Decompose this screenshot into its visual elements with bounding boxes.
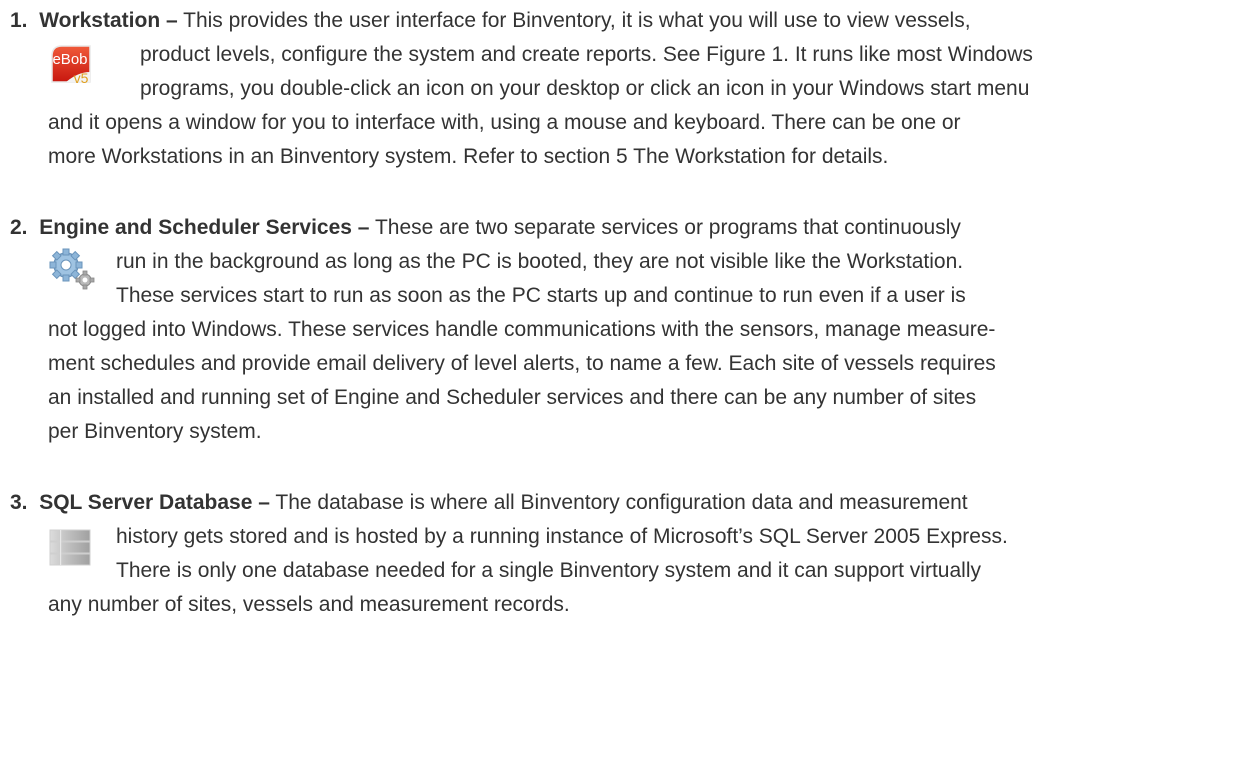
item-text-line: There is only one database needed for a … xyxy=(116,559,981,582)
item-text-line: not logged into Windows. These services … xyxy=(48,318,996,341)
item-text-line: product levels, configure the system and… xyxy=(140,43,1033,66)
item-text-line: and it opens a window for you to interfa… xyxy=(48,111,961,134)
item-text-line: an installed and running set of Engine a… xyxy=(48,386,977,409)
item-text-line: per Binventory system. xyxy=(48,420,262,443)
item-term: Workstation – xyxy=(39,9,178,32)
ebob-v5-icon: eBob v5 xyxy=(48,42,94,88)
item-number: 2. xyxy=(10,216,28,239)
item-first-line: 1. Workstation – This provides the user … xyxy=(10,4,971,38)
item-term: Engine and Scheduler Services – xyxy=(39,216,370,239)
item-text-line: programs, you double-click an icon on yo… xyxy=(140,77,1030,100)
item-text-line: run in the background as long as the PC … xyxy=(116,250,964,273)
item-number: 1. xyxy=(10,9,28,32)
item-first-line: 3. SQL Server Database – The database is… xyxy=(10,486,968,520)
item-text-line: history gets stored and is hosted by a r… xyxy=(116,525,1008,548)
v5-label: v5 xyxy=(74,70,89,86)
gears-icon xyxy=(48,248,98,290)
item-first-line: 2. Engine and Scheduler Services – These… xyxy=(10,211,961,245)
ebob-label: eBob xyxy=(52,51,87,68)
item-number: 3. xyxy=(10,491,28,514)
item-text: The database is where all Binventory con… xyxy=(269,491,968,514)
item-text-line: ment schedules and provide email deliver… xyxy=(48,352,996,375)
item-text-line: any number of sites, vessels and measure… xyxy=(48,593,570,616)
item-text: This provides the user interface for Bin… xyxy=(177,9,971,32)
item-text-line: more Workstations in an Binventory syste… xyxy=(48,145,889,168)
item-text: These are two separate services or progr… xyxy=(369,216,961,239)
item-term: SQL Server Database – xyxy=(39,491,270,514)
database-icon xyxy=(48,528,92,568)
item-text-line: These services start to run as soon as t… xyxy=(116,284,966,307)
